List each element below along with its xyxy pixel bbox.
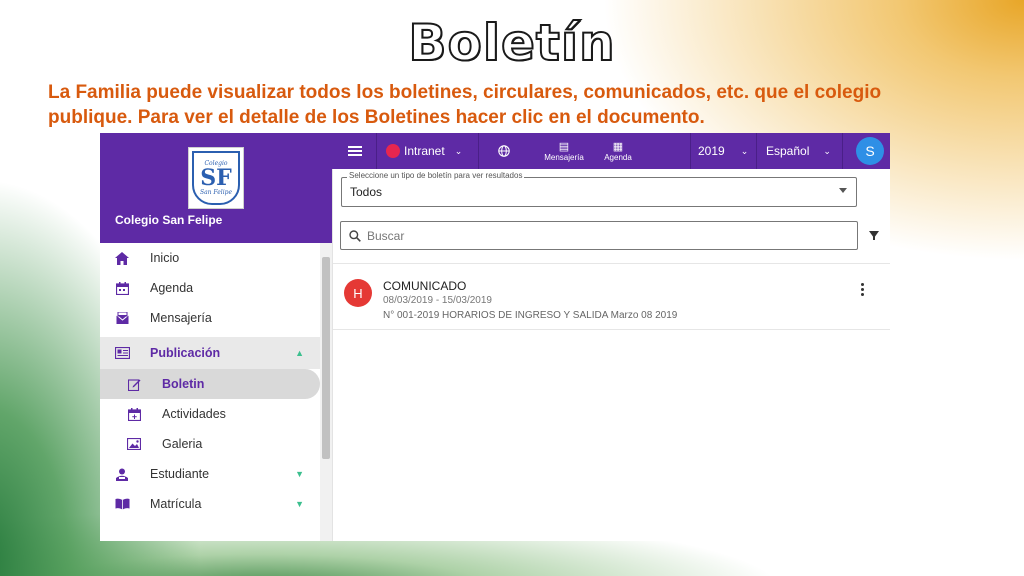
- slide-title: Boletín: [407, 13, 616, 73]
- app-screenshot: Colegio SF San Felipe Colegio San Felipe…: [100, 133, 890, 541]
- sidebar-item-mensajeria[interactable]: Mensajería: [100, 303, 320, 333]
- mail-icon: ▤: [558, 140, 570, 153]
- sidebar-item-label: Estudiante: [150, 467, 210, 481]
- sidebar-item-label: Agenda: [150, 281, 194, 295]
- chevron-down-icon: ⌄: [823, 145, 831, 156]
- edit-icon: [126, 376, 142, 392]
- select-legend: Seleccione un tipo de boletín para ver r…: [347, 171, 525, 180]
- sidebar-item-label: Inicio: [150, 251, 180, 265]
- sidebar-item-boletin[interactable]: Boletin: [100, 369, 320, 399]
- sidebar-item-agenda[interactable]: Agenda: [100, 273, 320, 303]
- globe-icon[interactable]: [498, 133, 510, 169]
- sidebar-item-galeria[interactable]: Galeria: [100, 429, 320, 459]
- item-title: COMUNICADO: [383, 279, 467, 293]
- year-value: 2019: [698, 144, 725, 158]
- nav-mensajeria-label: Mensajería: [544, 152, 584, 162]
- sidebar-item-inicio[interactable]: Inicio: [100, 243, 320, 273]
- sidebar-item-publicacion[interactable]: Publicación ▲: [100, 337, 320, 369]
- sidebar-item-label: Boletin: [162, 377, 205, 391]
- divider: [690, 133, 691, 169]
- item-dates: 08/03/2019 - 15/03/2019: [383, 295, 492, 306]
- logo-monogram: SF: [200, 165, 232, 191]
- chevron-down-icon: ▼: [295, 469, 304, 479]
- search-icon: [349, 229, 361, 242]
- chevron-up-icon: ▲: [295, 348, 304, 358]
- nav-agenda-label: Agenda: [604, 152, 632, 162]
- chevron-down-icon: ⌄: [454, 145, 463, 156]
- divider: [478, 133, 479, 169]
- school-logo: Colegio SF San Felipe: [188, 147, 244, 209]
- school-name: Colegio San Felipe: [115, 213, 223, 227]
- divider: [756, 133, 757, 169]
- item-description: N° 001-2019 HORARIOS DE INGRESO Y SALIDA…: [383, 310, 678, 321]
- sidebar-item-label: Actividades: [162, 407, 226, 421]
- intranet-dropdown[interactable]: Intranet ⌄: [386, 133, 462, 169]
- image-icon: [126, 436, 142, 452]
- sidebar-item-estudiante[interactable]: Estudiante ▼: [100, 459, 320, 489]
- menu-icon[interactable]: [348, 133, 364, 169]
- sidebar-header: Colegio SF San Felipe Colegio San Felipe: [100, 133, 332, 243]
- sidebar: Colegio SF San Felipe Colegio San Felipe…: [100, 133, 333, 541]
- nav-mensajeria[interactable]: ▤ Mensajería: [540, 133, 588, 169]
- sidebar-scrollbar-thumb[interactable]: [322, 257, 330, 459]
- caret-down-icon: [839, 188, 847, 193]
- search-field[interactable]: [340, 221, 858, 250]
- search-input[interactable]: [365, 226, 849, 246]
- chevron-down-icon: ⌄: [740, 145, 749, 156]
- sidebar-item-label: Publicación: [150, 346, 221, 360]
- chevron-down-icon: ▼: [295, 499, 304, 509]
- main-content: Seleccione un tipo de boletín para ver r…: [333, 169, 890, 541]
- sidebar-item-label: Galeria: [162, 437, 203, 451]
- calendar-icon: ▦: [612, 140, 624, 153]
- sidebar-item-label: Mensajería: [150, 311, 212, 325]
- sidebar-menu: Inicio Agenda Mensajería Publicación ▲ B…: [100, 243, 320, 519]
- mail-icon: [114, 310, 130, 326]
- filter-icon-stem: [873, 236, 875, 240]
- top-navbar: Intranet ⌄ ▤ Mensajería ▦ Agenda 2019 ⌄ …: [332, 133, 890, 169]
- book-icon: [114, 496, 130, 512]
- year-dropdown[interactable]: 2019 ⌄: [698, 133, 748, 169]
- item-avatar: H: [344, 279, 372, 307]
- student-icon: [114, 466, 130, 482]
- language-value: Español: [766, 144, 810, 158]
- intranet-status-dot: [386, 144, 400, 158]
- more-vert-icon[interactable]: [861, 283, 865, 296]
- slide-subtitle: La Familia puede visualizar todos los bo…: [48, 82, 882, 128]
- list-divider: [333, 263, 890, 264]
- language-dropdown[interactable]: Español ⌄: [766, 133, 831, 169]
- sidebar-item-label: Matrícula: [150, 497, 202, 511]
- bulletin-type-select[interactable]: Seleccione un tipo de boletín para ver r…: [341, 171, 857, 207]
- sidebar-item-actividades[interactable]: Actividades: [100, 399, 320, 429]
- calendar-icon: [114, 280, 130, 296]
- logo-text-bottom: San Felipe: [199, 189, 233, 196]
- home-icon: [114, 250, 130, 266]
- list-item[interactable]: H COMUNICADO 08/03/2019 - 15/03/2019 N° …: [333, 269, 890, 330]
- select-value: Todos: [350, 185, 383, 199]
- sidebar-item-matricula[interactable]: Matrícula ▼: [100, 489, 320, 519]
- intranet-label: Intranet: [404, 144, 445, 158]
- calendar-plus-icon: [126, 406, 142, 422]
- user-avatar[interactable]: S: [856, 137, 884, 165]
- divider: [376, 133, 377, 169]
- divider: [842, 133, 843, 169]
- nav-agenda[interactable]: ▦ Agenda: [598, 133, 638, 169]
- newspaper-icon: [114, 345, 130, 361]
